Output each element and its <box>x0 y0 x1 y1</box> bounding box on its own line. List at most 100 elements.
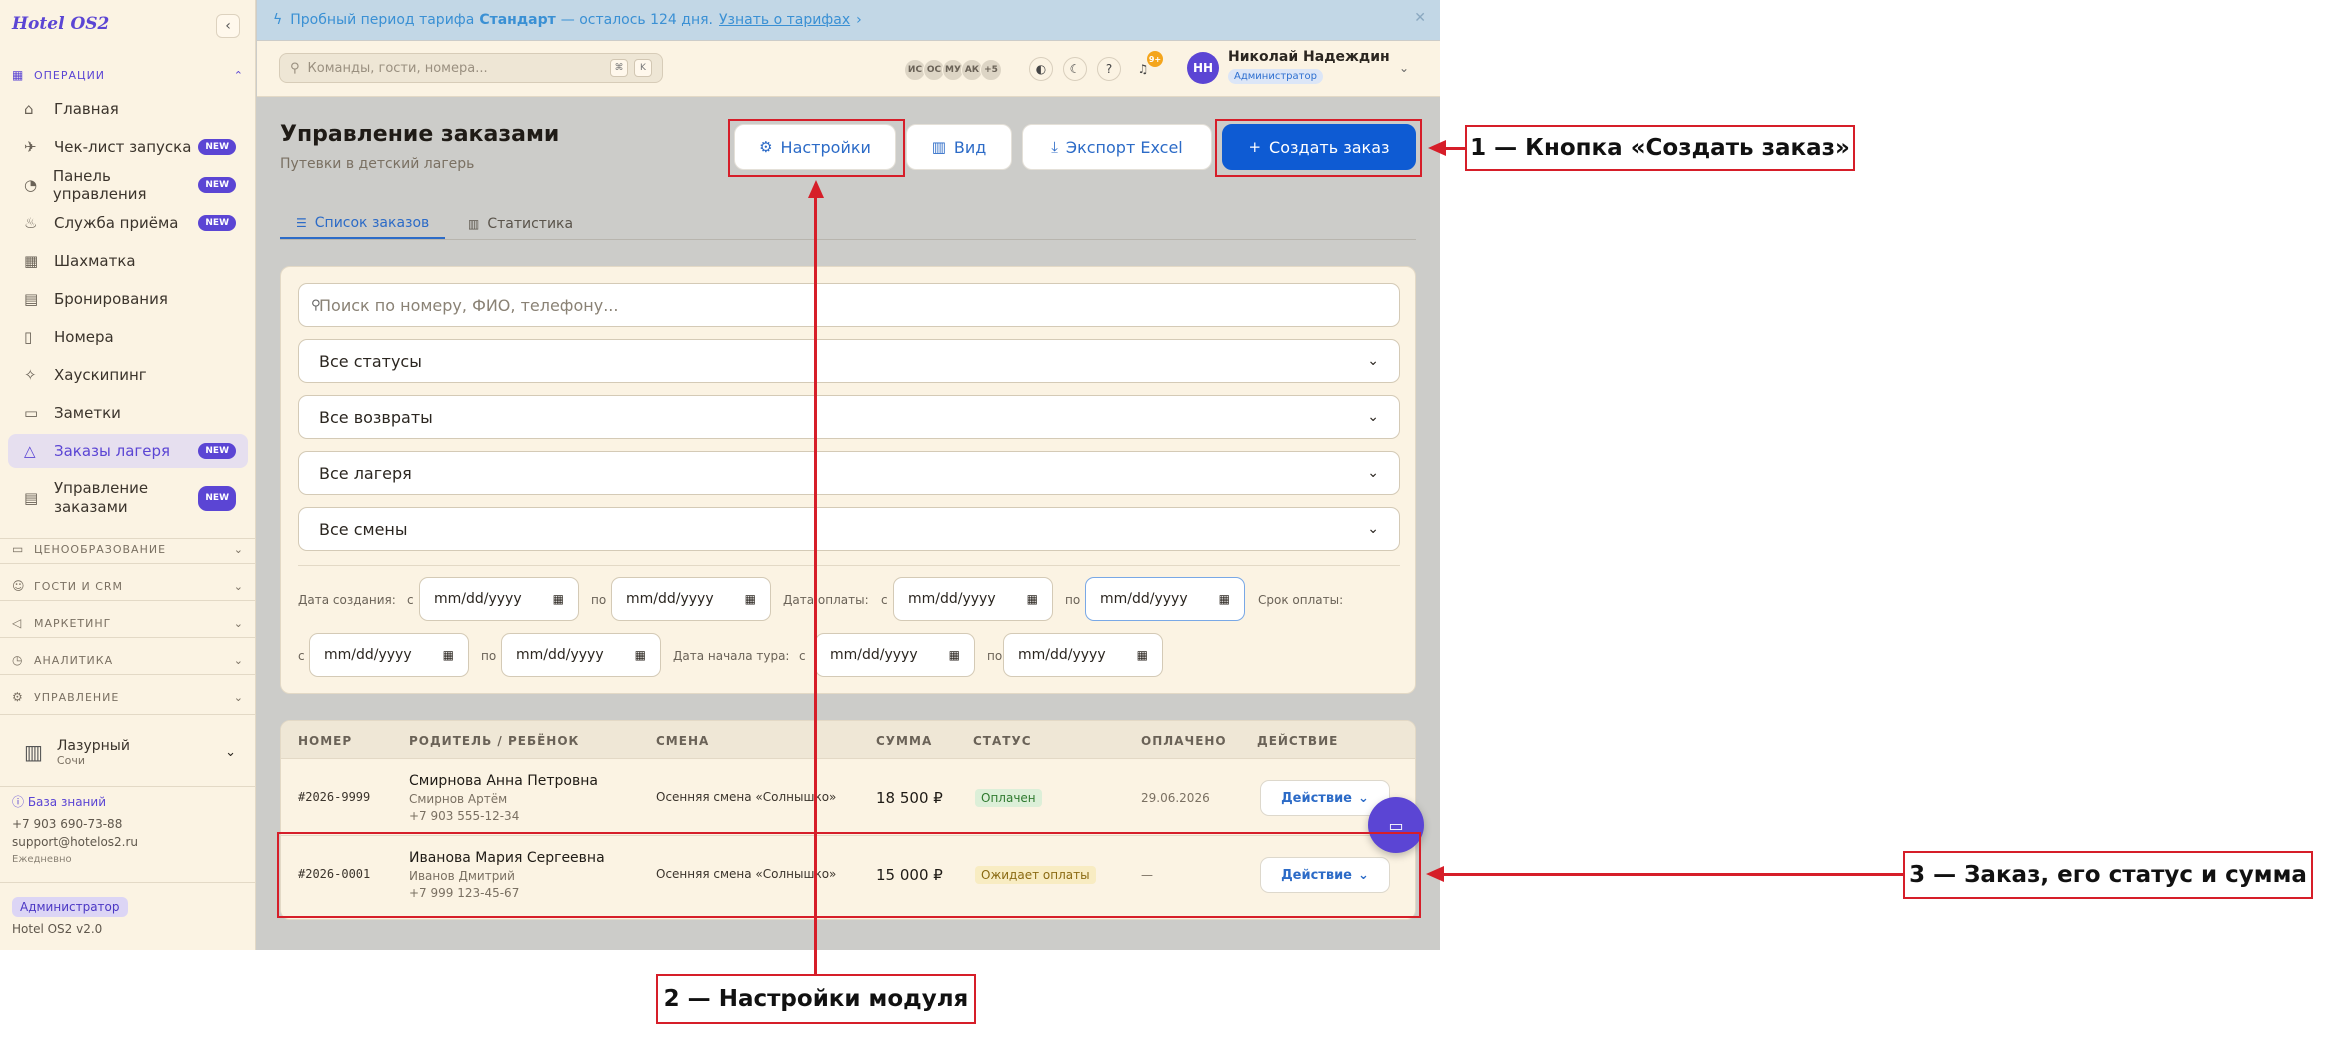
to-label: по <box>1065 593 1081 607</box>
sidebar-item-rooms[interactable]: ▯ Номера <box>8 320 248 354</box>
property-switcher[interactable]: ▥ Лазурный Сочи ⌄ <box>8 726 248 778</box>
tabs-divider <box>280 239 1416 240</box>
bar-chart-icon: ▥ <box>468 217 480 231</box>
sidebar-item-launch-checklist[interactable]: ✈ Чек-лист запуска NEW <box>8 130 248 164</box>
page-subtitle: Путевки в детский лагерь <box>280 156 475 172</box>
moon-icon[interactable]: ☾ <box>1063 57 1087 81</box>
new-badge: NEW <box>198 177 236 193</box>
highlight-create-order <box>1215 119 1422 177</box>
order-search-input[interactable]: ⚲ Поиск по номеру, ФИО, телефону... <box>298 283 1400 327</box>
sidebar-item-front-desk[interactable]: ♨ Служба приёма NEW <box>8 206 248 240</box>
section-guests-crm[interactable]: ☺ ГОСТИ И CRM ⌄ <box>12 577 244 595</box>
shift-select[interactable]: Все смены ⌄ <box>298 507 1400 551</box>
tour-to-date[interactable]: mm/dd/yyyy ▦ <box>1003 633 1163 677</box>
table-row[interactable]: #2026-9999 Смирнова Анна Петровна Смирно… <box>281 760 1415 836</box>
export-excel-button[interactable]: ⤓ Экспорт Excel <box>1022 124 1212 170</box>
sidebar-item-home[interactable]: ⌂ Главная <box>8 92 248 126</box>
rocket-icon: ✈ <box>24 138 37 156</box>
refund-select[interactable]: Все возвраты ⌄ <box>298 395 1400 439</box>
highlight-order-row <box>277 832 1421 918</box>
sidebar-item-chessboard[interactable]: ▦ Шахматка <box>8 244 248 278</box>
sidebar-item-label: Управление заказами <box>54 479 149 516</box>
sidebar-item-camp-orders[interactable]: △ Заказы лагеря NEW <box>8 434 248 468</box>
paid-to-date[interactable]: mm/dd/yyyy ▦ <box>1085 577 1245 621</box>
parent-name: Смирнова Анна Петровна <box>409 773 598 789</box>
section-operations[interactable]: ▦ ОПЕРАЦИИ ⌃ <box>12 66 244 84</box>
paid-from-date[interactable]: mm/dd/yyyy ▦ <box>893 577 1053 621</box>
palette-icon[interactable]: ◐ <box>1029 57 1053 81</box>
help-icon[interactable]: ? <box>1097 57 1121 81</box>
created-date-label: Дата создания: <box>298 593 396 607</box>
select-value: Все смены <box>319 519 408 539</box>
close-banner-icon[interactable]: ✕ <box>1414 10 1426 26</box>
megaphone-icon: ◁ <box>12 616 23 630</box>
sidebar-item-label: Чек-лист запуска <box>54 138 192 156</box>
section-label: ГОСТИ И CRM <box>34 579 124 593</box>
new-badge: NEW <box>198 443 236 459</box>
callout-1: 1 — Кнопка «Создать заказ» <box>1465 125 1855 171</box>
sidebar-item-label: Бронирования <box>54 290 168 308</box>
date-placeholder: mm/dd/yyyy <box>1018 647 1106 663</box>
users-icon: ☺ <box>12 579 26 593</box>
door-icon: ▯ <box>24 328 33 346</box>
section-pricing[interactable]: ▭ ЦЕНООБРАЗОВАНИЕ ⌄ <box>12 540 244 558</box>
sidebar-item-order-management[interactable]: ▤ Управление заказами NEW <box>8 474 248 522</box>
user-avatar[interactable]: НН <box>1187 52 1219 84</box>
banner-plan: Стандарт <box>479 12 556 28</box>
command-placeholder: Команды, гости, номера... <box>307 60 488 76</box>
order-number: #2026-9999 <box>298 790 371 804</box>
created-to-date[interactable]: mm/dd/yyyy ▦ <box>611 577 771 621</box>
list-icon: ☰ <box>296 215 307 230</box>
calendar-icon: ▦ <box>1026 592 1038 606</box>
new-badge: NEW <box>198 139 236 155</box>
section-management[interactable]: ⚙ УПРАВЛЕНИЕ ⌄ <box>12 688 244 706</box>
help-icon: ⓘ <box>12 795 28 809</box>
from-label: с <box>407 593 414 607</box>
knowledge-base-link[interactable]: ⓘ База знаний <box>12 793 106 810</box>
column-header: СТАТУС <box>973 734 1032 748</box>
section-marketing[interactable]: ◁ МАРКЕТИНГ ⌄ <box>12 614 244 632</box>
column-header: ДЕЙСТВИЕ <box>1257 734 1339 748</box>
download-icon: ⤓ <box>1051 138 1058 156</box>
calendar-icon: ▦ <box>948 648 960 662</box>
online-users[interactable]: ИС ОС МУ АК +5 <box>904 59 1002 81</box>
sidebar-item-label: Заметки <box>54 404 121 422</box>
app-logo[interactable]: Hotel OS2 <box>12 14 109 34</box>
due-to-date[interactable]: mm/dd/yyyy ▦ <box>501 633 661 677</box>
chevron-down-icon: ⌄ <box>1367 409 1379 425</box>
sidebar-item-dashboard[interactable]: ◔ Панель управления NEW <box>8 167 248 203</box>
chevron-down-icon: ⌄ <box>233 690 244 704</box>
tab-label: Статистика <box>487 216 574 232</box>
view-button[interactable]: ▥ Вид <box>906 124 1012 170</box>
user-name[interactable]: Николай Надеждин <box>1228 49 1390 65</box>
sidebar-item-bookings[interactable]: ▤ Бронирования <box>8 282 248 316</box>
chevron-down-icon[interactable]: ⌄ <box>1399 61 1409 75</box>
chevron-down-icon: ⌄ <box>233 616 244 630</box>
sidebar-item-housekeeping[interactable]: ✧ Хаускипинг <box>8 358 248 392</box>
section-analytics[interactable]: ◷ АНАЛИТИКА ⌄ <box>12 651 244 669</box>
tab-order-list[interactable]: ☰ Список заказов <box>280 208 446 240</box>
page-title: Управление заказами <box>280 122 560 147</box>
kb-label: База знаний <box>27 795 106 809</box>
plans-link[interactable]: Узнать о тарифах <box>719 12 850 28</box>
sidebar-item-notes[interactable]: ▭ Заметки <box>8 396 248 430</box>
bell-icon: ♨ <box>24 214 38 232</box>
divider <box>0 637 256 638</box>
status-select[interactable]: Все статусы ⌄ <box>298 339 1400 383</box>
calendar-icon: ▦ <box>1136 648 1148 662</box>
created-from-date[interactable]: mm/dd/yyyy ▦ <box>419 577 579 621</box>
tab-statistics[interactable]: ▥ Статистика <box>452 208 589 240</box>
chevron-down-icon: ⌄ <box>1367 465 1379 481</box>
column-header: ОПЛАЧЕНО <box>1141 734 1227 748</box>
collapse-sidebar-button[interactable]: ‹ <box>216 14 240 38</box>
command-search[interactable]: ⚲ Команды, гости, номера... ⌘ K <box>279 53 663 83</box>
arrow-3-head <box>1426 866 1444 882</box>
divider <box>0 600 256 601</box>
divider <box>0 714 256 715</box>
arrow-2-head <box>808 180 824 198</box>
camp-select[interactable]: Все лагеря ⌄ <box>298 451 1400 495</box>
select-value: Все лагеря <box>319 463 412 483</box>
due-from-date[interactable]: mm/dd/yyyy ▦ <box>309 633 469 677</box>
tour-from-date[interactable]: mm/dd/yyyy ▦ <box>815 633 975 677</box>
shift-name: Осенняя смена «Солнышко» <box>656 790 837 804</box>
